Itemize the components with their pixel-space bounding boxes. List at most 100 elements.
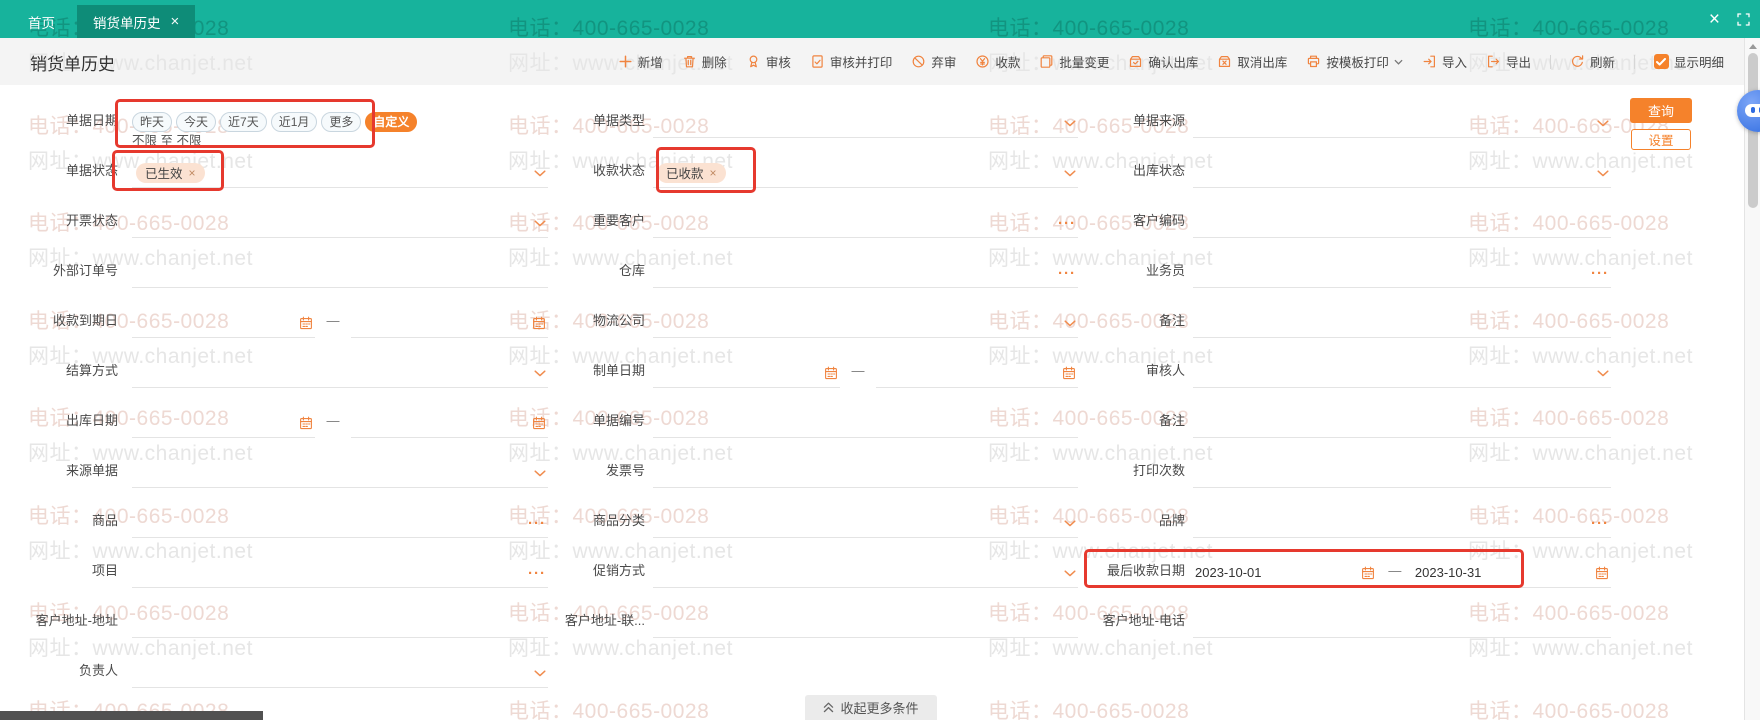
filter-input-underline[interactable]	[653, 208, 1078, 238]
ellipsis-lookup-icon[interactable]: ···	[1591, 516, 1609, 531]
tab-sales-history[interactable]: 销货单历史 ×	[77, 5, 195, 38]
ellipsis-lookup-icon[interactable]: ···	[1058, 216, 1076, 231]
toolbar-button-audit[interactable]: 审核	[746, 52, 791, 71]
filter-input-underline[interactable]	[1193, 508, 1611, 538]
filter-input-underline[interactable]	[653, 408, 1078, 438]
toolbar-button-cancel-outbound[interactable]: 取消出库	[1217, 52, 1287, 71]
quick-date-pill-更多[interactable]: 更多	[321, 112, 361, 132]
toolbar-button-refresh[interactable]: 刷新	[1570, 52, 1615, 71]
filter-input-underline[interactable]	[653, 558, 1078, 588]
filter-field-product[interactable]: ···	[132, 497, 548, 547]
filter-input-underline[interactable]	[1193, 158, 1611, 188]
filter-field-outbound-date[interactable]: —	[132, 397, 548, 447]
tag-remove-icon[interactable]: ×	[710, 167, 717, 179]
toolbar-button-unaudit[interactable]: 弃审	[911, 52, 956, 71]
settings-button[interactable]: 设置	[1631, 129, 1691, 150]
fullscreen-icon[interactable]	[1737, 13, 1750, 26]
toolbar-button-audit-print[interactable]: 审核并打印	[810, 52, 893, 71]
filter-field-doc-type[interactable]	[653, 97, 1078, 147]
filter-input-underline[interactable]	[653, 308, 1078, 338]
filter-input-underline[interactable]	[1193, 408, 1611, 438]
filter-field-doc-date[interactable]: 昨天今天近7天近1月更多自定义 不限 至 不限	[132, 97, 548, 147]
filter-field-invoice-status[interactable]	[132, 197, 548, 247]
filter-field-doc-no[interactable]	[653, 397, 1078, 447]
toolbar-button-confirm-outbound[interactable]: 确认出库	[1128, 52, 1198, 71]
filter-field-auditor[interactable]	[1193, 347, 1611, 397]
show-detail-checkbox[interactable]	[1654, 54, 1669, 69]
filter-input-underline[interactable]	[1193, 208, 1611, 238]
quick-date-pill-近7天[interactable]: 近7天	[220, 112, 267, 132]
filter-input-underline[interactable]	[1193, 258, 1611, 288]
filter-tag-receipt-status[interactable]: 已收款×	[657, 163, 726, 183]
filter-field-customer-code[interactable]	[1193, 197, 1611, 247]
toolbar-button-receive-payment[interactable]: 收款	[975, 52, 1020, 71]
filter-field-doc-source[interactable]	[1193, 97, 1611, 147]
filter-field-salesperson[interactable]: ···	[1193, 247, 1611, 297]
filter-field-brand[interactable]: ···	[1193, 497, 1611, 547]
filter-field-promotion-method[interactable]	[653, 547, 1078, 597]
filter-input-underline[interactable]	[132, 358, 548, 388]
filter-input-underline[interactable]	[653, 608, 1078, 638]
filter-field-remark2[interactable]	[1193, 397, 1611, 447]
filter-input-underline[interactable]	[653, 458, 1078, 488]
filter-input-underline[interactable]	[653, 108, 1078, 138]
toolbar-button-export[interactable]: 导出	[1486, 52, 1531, 71]
filter-field-doc-status[interactable]: 已生效×	[132, 147, 548, 197]
filter-input-underline[interactable]	[1193, 458, 1611, 488]
tab-close-icon[interactable]: ×	[171, 14, 180, 29]
filter-field-customer-address-contact[interactable]	[653, 597, 1078, 647]
filter-field-owner[interactable]	[132, 647, 548, 697]
filter-field-outbound-status[interactable]	[1193, 147, 1611, 197]
date-from-receipt-due-date[interactable]	[132, 297, 315, 347]
filter-input-underline[interactable]	[653, 258, 1078, 288]
filter-input-underline[interactable]	[1193, 108, 1611, 138]
scroll-up-arrow-icon[interactable]	[1749, 44, 1757, 49]
filter-input-underline[interactable]	[653, 508, 1078, 538]
filter-field-customer-address-address[interactable]	[132, 597, 548, 647]
filter-field-receipt-due-date[interactable]: —	[132, 297, 548, 347]
filter-field-remark[interactable]	[1193, 297, 1611, 347]
date-from-last-receipt-date[interactable]: 2023-10-01	[1193, 547, 1377, 597]
ellipsis-lookup-icon[interactable]: ···	[1591, 266, 1609, 281]
tab-home[interactable]: 首页	[6, 5, 77, 38]
ellipsis-lookup-icon[interactable]: ···	[528, 516, 546, 531]
close-icon[interactable]: ×	[1709, 10, 1720, 29]
filter-input-underline[interactable]	[1193, 308, 1611, 338]
query-button[interactable]: 查询	[1630, 98, 1692, 123]
toolbar-button-batch-change[interactable]: 批量变更	[1039, 52, 1109, 71]
filter-field-important-customer[interactable]: ···	[653, 197, 1078, 247]
filter-field-product-category[interactable]	[653, 497, 1078, 547]
filter-input-underline[interactable]	[1193, 358, 1611, 388]
filter-field-last-receipt-date[interactable]: 2023-10-01 — 2023-10-31	[1193, 547, 1611, 597]
date-to-last-receipt-date[interactable]: 2023-10-31	[1413, 547, 1611, 597]
filter-input-underline[interactable]	[132, 658, 548, 688]
date-from-create-date[interactable]	[653, 347, 840, 397]
filter-input-underline[interactable]	[132, 258, 548, 288]
collapse-more-conditions[interactable]: 收起更多条件	[805, 695, 937, 720]
filter-field-invoice-no[interactable]	[653, 447, 1078, 497]
filter-input-underline[interactable]	[1193, 608, 1611, 638]
quick-date-pill-昨天[interactable]: 昨天	[132, 112, 172, 132]
vertical-scrollbar[interactable]	[1744, 38, 1760, 720]
filter-input-underline[interactable]	[132, 508, 548, 538]
filter-input-underline[interactable]	[132, 458, 548, 488]
date-from-outbound-date[interactable]	[132, 397, 315, 447]
toolbar-button-import[interactable]: 导入	[1422, 52, 1467, 71]
filter-input-underline[interactable]	[132, 608, 548, 638]
ellipsis-lookup-icon[interactable]: ···	[1058, 266, 1076, 281]
quick-date-pill-今天[interactable]: 今天	[176, 112, 216, 132]
filter-input-underline[interactable]	[132, 558, 548, 588]
toolbar-button-template-print[interactable]: 按模板打印	[1306, 52, 1403, 71]
filter-field-logistics-company[interactable]	[653, 297, 1078, 347]
toolbar-button-show-detail[interactable]: 显示明细	[1654, 52, 1724, 71]
filter-field-warehouse[interactable]: ···	[653, 247, 1078, 297]
filter-input-underline[interactable]	[132, 208, 548, 238]
filter-field-external-order-no[interactable]	[132, 247, 548, 297]
filter-tag-doc-status[interactable]: 已生效×	[136, 163, 205, 183]
date-to-outbound-date[interactable]	[351, 397, 548, 447]
filter-input-underline[interactable]: 已收款×	[653, 158, 1078, 188]
toolbar-button-delete[interactable]: 删除	[682, 52, 727, 71]
filter-field-customer-address-phone[interactable]	[1193, 597, 1611, 647]
date-to-create-date[interactable]	[876, 347, 1078, 397]
filter-field-source-doc[interactable]	[132, 447, 548, 497]
